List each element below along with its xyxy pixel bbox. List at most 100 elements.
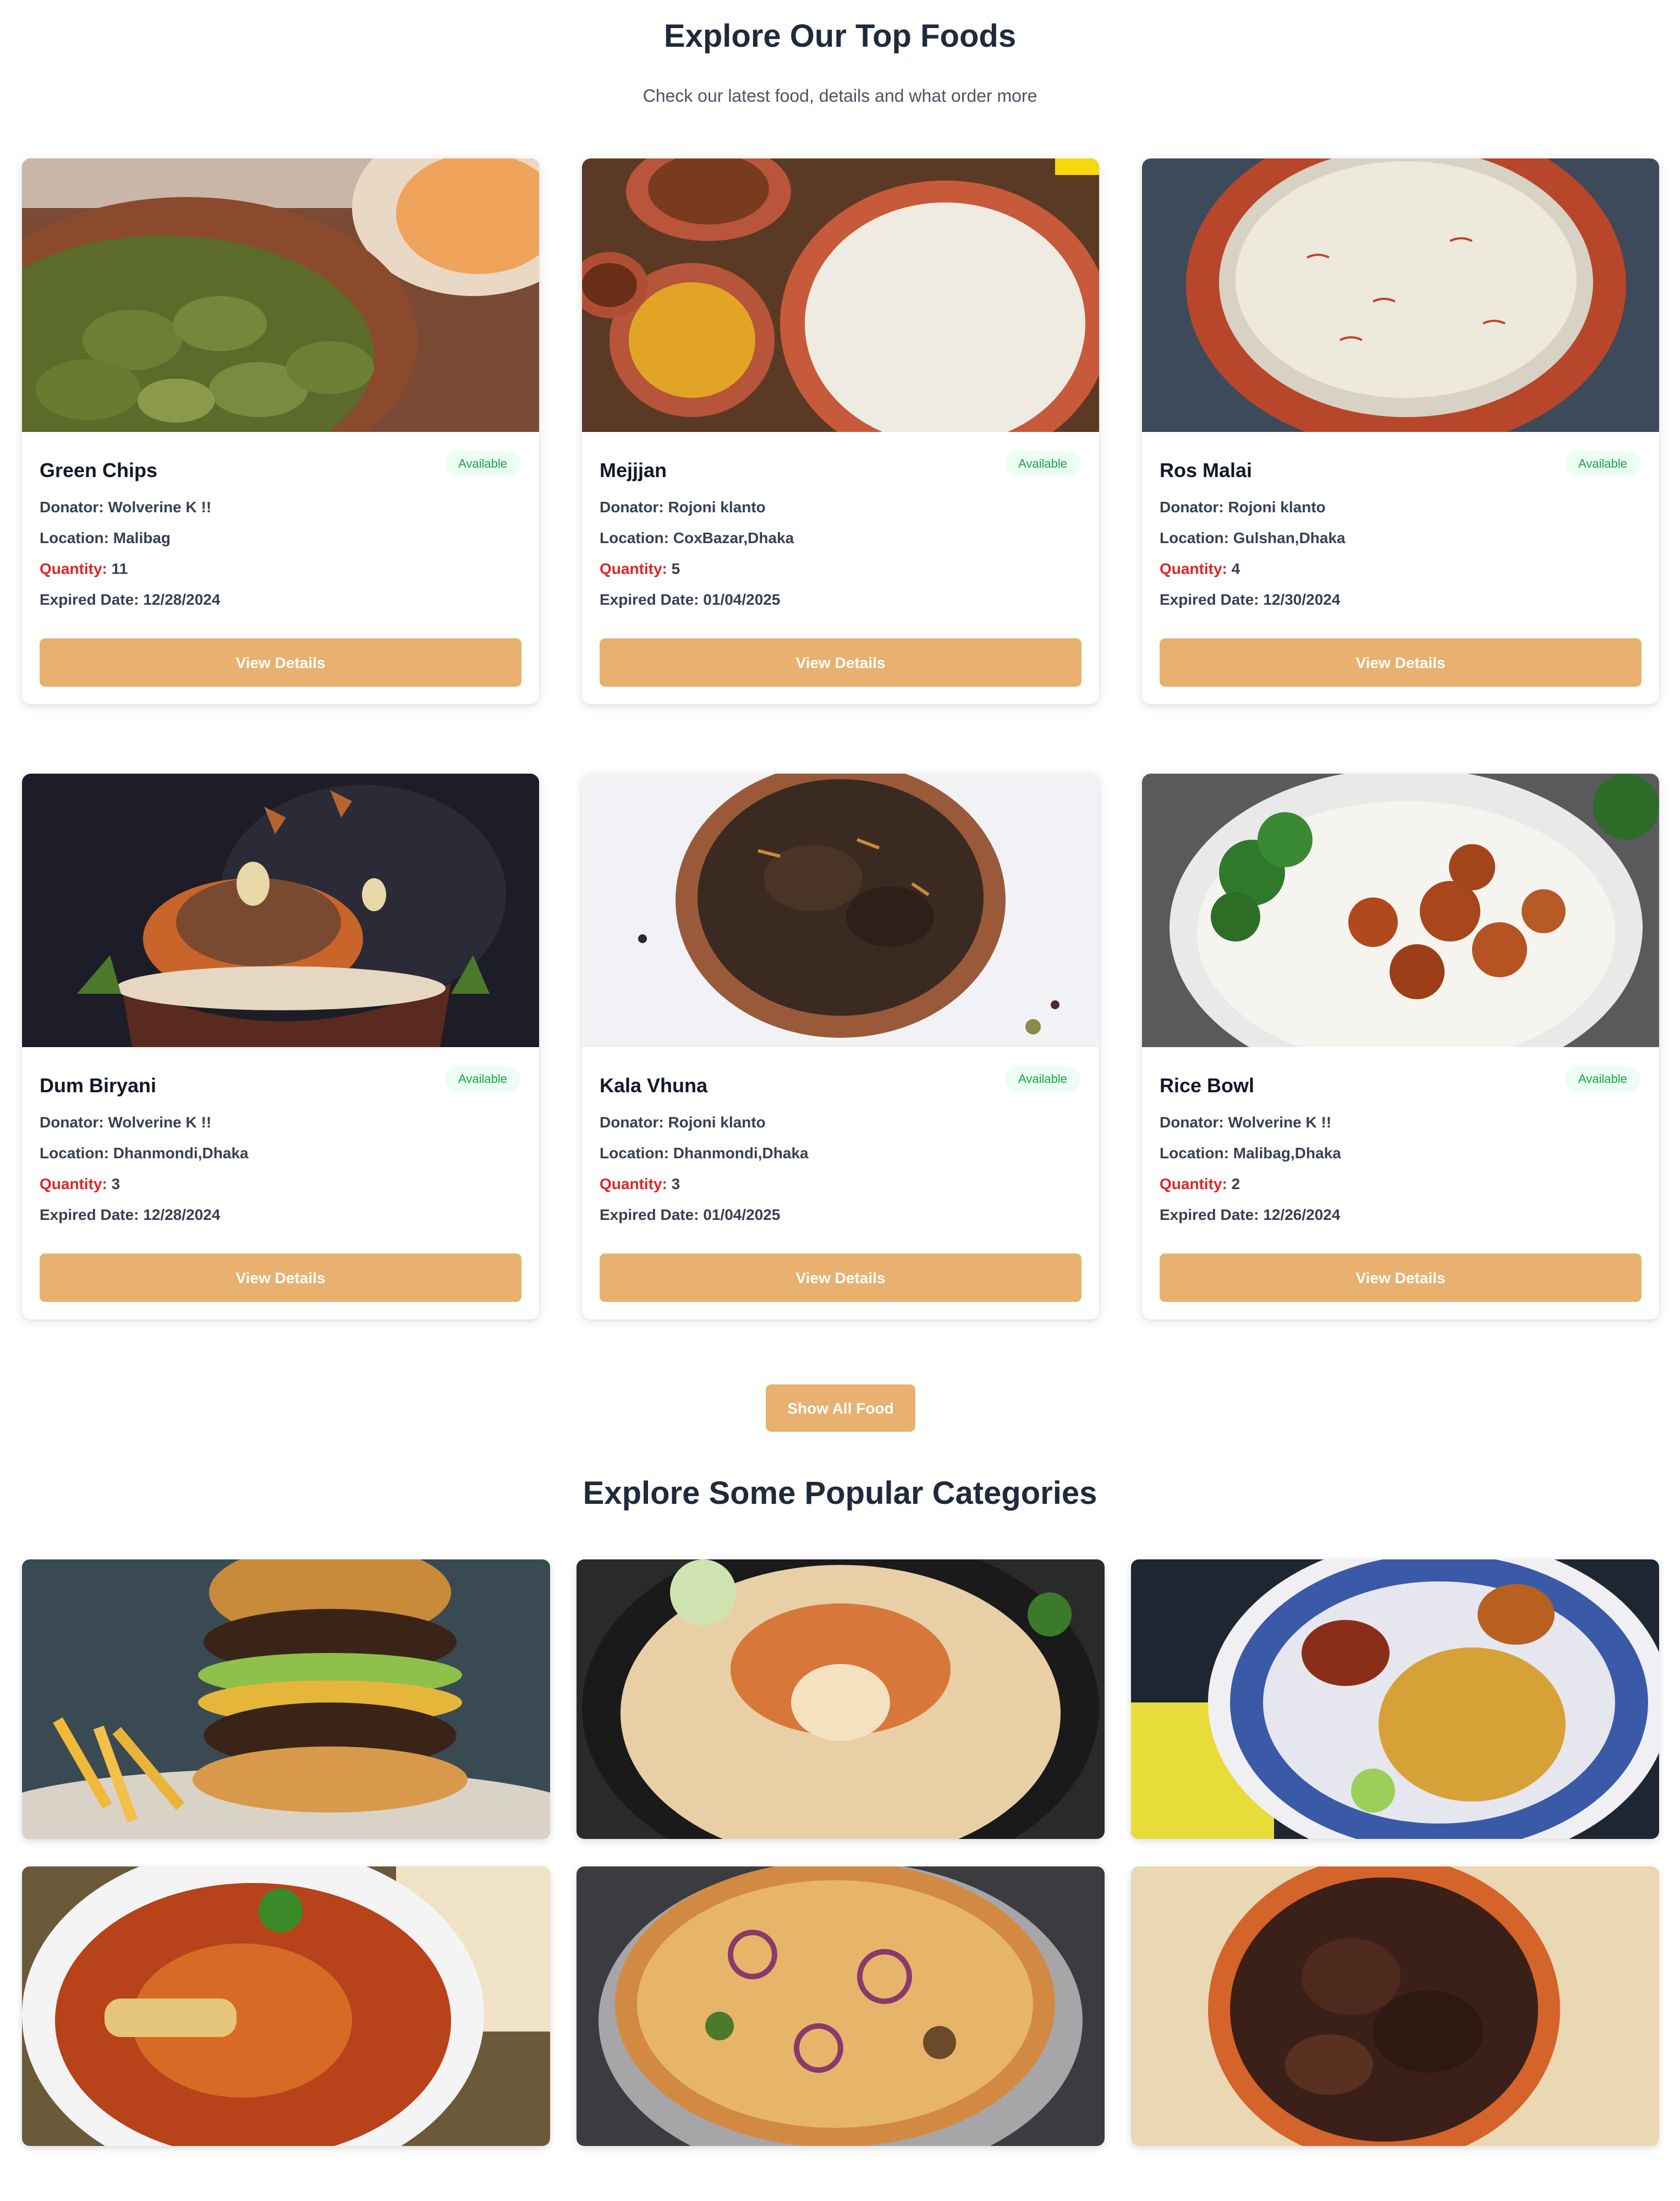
food-name: Mejjjan: [600, 459, 667, 481]
quantity-row: Quantity: 3: [600, 1175, 680, 1193]
donator-row: Donator: Wolverine K !!: [1160, 1114, 1331, 1131]
donator-value: Wolverine K !!: [108, 1114, 212, 1131]
food-card: Green Chips Available Donator: Wolverine…: [22, 158, 539, 704]
view-details-button[interactable]: View Details: [600, 1253, 1081, 1302]
food-image-dum-biryani: [22, 774, 539, 1047]
quantity-label: Quantity:: [40, 560, 107, 577]
location-row: Location: Gulshan,Dhaka: [1160, 529, 1346, 547]
location-row: Location: CoxBazar,Dhaka: [600, 529, 794, 547]
location-label: Location:: [600, 529, 669, 546]
food-card: Dum Biryani Available Donator: Wolverine…: [22, 774, 539, 1319]
location-label: Location:: [40, 529, 109, 546]
food-name: Rice Bowl: [1160, 1074, 1255, 1097]
quantity-value: 11: [111, 560, 128, 577]
donator-row: Donator: Rojoni klanto: [600, 499, 766, 516]
food-image-kala-vhuna: [582, 774, 1099, 1047]
category-tile-pizza[interactable]: [577, 1866, 1105, 2146]
expired-label: Expired Date:: [600, 1206, 699, 1223]
quantity-value: 5: [671, 560, 680, 577]
category-tile-burger[interactable]: [22, 1559, 550, 1839]
donator-row: Donator: Rojoni klanto: [600, 1114, 766, 1131]
food-image-rice-bowl: [1142, 774, 1659, 1047]
food-image-green-chips: [22, 158, 539, 432]
category-image: [577, 1559, 1105, 1839]
donator-row: Donator: Wolverine K !!: [40, 1114, 211, 1131]
food-card: Mejjjan Available Donator: Rojoni klanto…: [582, 158, 1099, 704]
food-image-mejjjan: [582, 158, 1099, 432]
categories-title: Explore Some Popular Categories: [583, 1475, 1097, 1511]
quantity-value: 2: [1231, 1175, 1240, 1192]
category-image: [22, 1559, 550, 1839]
expired-value: 01/04/2025: [703, 591, 781, 608]
expired-label: Expired Date:: [1160, 1206, 1259, 1223]
quantity-label: Quantity:: [1160, 1175, 1227, 1192]
expired-label: Expired Date:: [40, 1206, 139, 1223]
food-name: Dum Biryani: [40, 1074, 157, 1097]
expired-label: Expired Date:: [600, 591, 699, 608]
expired-label: Expired Date:: [1160, 591, 1259, 608]
status-badge: Available: [1565, 451, 1640, 477]
donator-label: Donator:: [40, 499, 104, 516]
donator-value: Wolverine K !!: [108, 499, 212, 516]
category-tile-meat[interactable]: [1131, 1866, 1659, 2146]
donator-row: Donator: Wolverine K !!: [40, 499, 211, 516]
location-row: Location: Malibag,Dhaka: [1160, 1145, 1341, 1162]
quantity-row: Quantity: 5: [600, 560, 680, 578]
expired-row: Expired Date: 12/26/2024: [1160, 1206, 1340, 1224]
view-details-button[interactable]: View Details: [1160, 1253, 1641, 1302]
quantity-label: Quantity:: [600, 560, 667, 577]
food-name: Green Chips: [40, 459, 158, 481]
status-badge: Available: [445, 451, 520, 477]
expired-value: 12/26/2024: [1263, 1206, 1341, 1223]
location-value: Gulshan,Dhaka: [1233, 529, 1346, 546]
quantity-row: Quantity: 2: [1160, 1175, 1240, 1193]
show-all-food-button[interactable]: Show All Food: [766, 1384, 915, 1432]
quantity-value: 4: [1231, 560, 1240, 577]
location-row: Location: Malibag: [40, 529, 171, 547]
location-value: Malibag,Dhaka: [1233, 1145, 1341, 1162]
expired-value: 01/04/2025: [703, 1206, 781, 1223]
view-details-button[interactable]: View Details: [40, 1253, 521, 1302]
category-image: [1131, 1866, 1659, 2146]
donator-value: Rojoni klanto: [668, 1114, 766, 1131]
quantity-label: Quantity:: [40, 1175, 107, 1192]
donator-label: Donator:: [1160, 499, 1224, 516]
donator-row: Donator: Rojoni klanto: [1160, 499, 1326, 516]
expired-value: 12/28/2024: [143, 1206, 221, 1223]
expired-row: Expired Date: 12/28/2024: [40, 1206, 220, 1224]
status-badge: Available: [1005, 1066, 1080, 1092]
view-details-button[interactable]: View Details: [1160, 638, 1641, 687]
location-label: Location:: [40, 1145, 109, 1162]
donator-value: Rojoni klanto: [1228, 499, 1326, 516]
category-image: [1131, 1559, 1659, 1839]
expired-row: Expired Date: 12/30/2024: [1160, 591, 1340, 609]
expired-label: Expired Date:: [40, 591, 139, 608]
expired-value: 12/28/2024: [143, 591, 221, 608]
view-details-button[interactable]: View Details: [600, 638, 1081, 687]
page-title: Explore Our Top Foods: [663, 18, 1017, 54]
food-image-ros-malai: [1142, 158, 1659, 432]
category-image: [577, 1866, 1105, 2146]
category-tile-curry[interactable]: [22, 1866, 550, 2146]
page-subtitle: Check our latest food, details and what …: [643, 86, 1037, 106]
expired-row: Expired Date: 01/04/2025: [600, 591, 780, 609]
quantity-row: Quantity: 3: [40, 1175, 120, 1193]
location-value: Dhanmondi,Dhaka: [673, 1145, 809, 1162]
location-label: Location:: [600, 1145, 669, 1162]
location-value: Malibag: [113, 529, 171, 546]
donator-value: Wolverine K !!: [1228, 1114, 1332, 1131]
food-name: Ros Malai: [1160, 459, 1253, 481]
donator-value: Rojoni klanto: [668, 499, 766, 516]
quantity-row: Quantity: 11: [40, 560, 128, 578]
quantity-value: 3: [671, 1175, 680, 1192]
status-badge: Available: [445, 1066, 520, 1092]
location-value: CoxBazar,Dhaka: [673, 529, 794, 546]
food-card: Ros Malai Available Donator: Rojoni klan…: [1142, 158, 1659, 704]
view-details-button[interactable]: View Details: [40, 638, 521, 687]
location-value: Dhanmondi,Dhaka: [113, 1145, 249, 1162]
category-tile-biryani[interactable]: [577, 1559, 1105, 1839]
status-badge: Available: [1565, 1066, 1640, 1092]
location-row: Location: Dhanmondi,Dhaka: [40, 1145, 249, 1162]
category-tile-thali[interactable]: [1131, 1559, 1659, 1839]
donator-label: Donator:: [40, 1114, 104, 1131]
